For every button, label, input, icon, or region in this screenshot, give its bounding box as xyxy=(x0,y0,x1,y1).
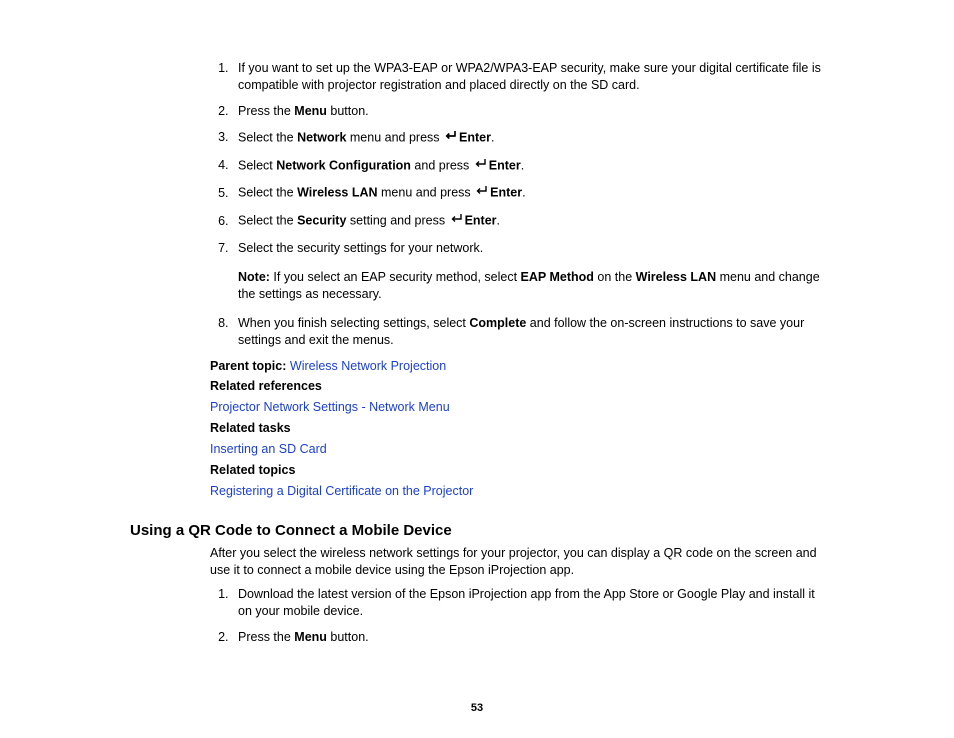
page-number: 53 xyxy=(0,702,954,714)
step-text: If you want to set up the WPA3-EAP or WP… xyxy=(238,61,821,92)
bold-text: Network xyxy=(297,130,346,144)
text: If you select an EAP security method, se… xyxy=(270,270,521,284)
bold-text: Complete xyxy=(469,316,526,330)
related-topics-label: Related topics xyxy=(210,462,824,479)
bold-text: EAP Method xyxy=(521,270,594,284)
section-2-content: After you select the wireless network se… xyxy=(210,545,824,646)
text: . xyxy=(497,214,500,228)
references-block: Parent topic: Wireless Network Projectio… xyxy=(210,358,824,500)
related-references-label: Related references xyxy=(210,378,824,395)
text: button. xyxy=(327,104,369,118)
text: and press xyxy=(411,158,473,172)
ordered-steps-2: Download the latest version of the Epson… xyxy=(210,586,824,646)
text: . xyxy=(521,158,524,172)
related-tasks-link[interactable]: Inserting an SD Card xyxy=(210,442,327,456)
related-tasks-label: Related tasks xyxy=(210,420,824,437)
parent-topic-link[interactable]: Wireless Network Projection xyxy=(290,359,446,373)
text: button. xyxy=(327,630,369,644)
text: Select the xyxy=(238,214,297,228)
section-2-intro: After you select the wireless network se… xyxy=(210,545,824,579)
bold-text: Enter xyxy=(459,130,491,144)
step-6: Select the Security setting and press En… xyxy=(232,212,824,231)
step-4: Select Network Configuration and press E… xyxy=(232,157,824,176)
bold-text: Menu xyxy=(294,630,327,644)
step-8: When you finish selecting settings, sele… xyxy=(232,315,824,349)
bold-text: Wireless LAN xyxy=(297,186,377,200)
text: Press the xyxy=(238,630,294,644)
text: on the xyxy=(594,270,636,284)
bold-text: Enter xyxy=(465,214,497,228)
text: Press the xyxy=(238,104,294,118)
enter-icon xyxy=(450,212,463,229)
text: When you finish selecting settings, sele… xyxy=(238,316,469,330)
text: menu and press xyxy=(346,130,443,144)
note-label: Note: xyxy=(238,270,270,284)
bold-text: Wireless LAN xyxy=(636,270,716,284)
enter-icon xyxy=(444,129,457,146)
step-1: If you want to set up the WPA3-EAP or WP… xyxy=(232,60,824,94)
text: Select the xyxy=(238,186,297,200)
document-page: If you want to set up the WPA3-EAP or WP… xyxy=(0,0,954,646)
bold-text: Enter xyxy=(490,186,522,200)
enter-icon xyxy=(475,184,488,201)
step-5: Select the Wireless LAN menu and press E… xyxy=(232,184,824,203)
text: menu and press xyxy=(378,186,475,200)
bold-text: Enter xyxy=(489,158,521,172)
section-heading-qr: Using a QR Code to Connect a Mobile Devi… xyxy=(130,522,824,539)
steps-block-1: If you want to set up the WPA3-EAP or WP… xyxy=(210,60,824,500)
text: Select the xyxy=(238,130,297,144)
step-7: Select the security settings for your ne… xyxy=(232,240,824,303)
enter-icon xyxy=(474,157,487,174)
s2-step-1: Download the latest version of the Epson… xyxy=(232,586,824,620)
related-references-link[interactable]: Projector Network Settings - Network Men… xyxy=(210,400,450,414)
related-topics-link[interactable]: Registering a Digital Certificate on the… xyxy=(210,484,473,498)
bold-text: Network Configuration xyxy=(276,158,411,172)
step-text: Download the latest version of the Epson… xyxy=(238,587,815,618)
note-block: Note: If you select an EAP security meth… xyxy=(238,269,824,303)
step-text: Select the security settings for your ne… xyxy=(238,241,483,255)
ordered-steps-1: If you want to set up the WPA3-EAP or WP… xyxy=(210,60,824,349)
text: . xyxy=(491,130,494,144)
step-3: Select the Network menu and press Enter. xyxy=(232,129,824,148)
step-2: Press the Menu button. xyxy=(232,103,824,120)
s2-step-2: Press the Menu button. xyxy=(232,629,824,646)
text: Select xyxy=(238,158,276,172)
bold-text: Menu xyxy=(294,104,327,118)
text: . xyxy=(522,186,525,200)
parent-topic-row: Parent topic: Wireless Network Projectio… xyxy=(210,358,824,375)
bold-text: Security xyxy=(297,214,346,228)
parent-topic-label: Parent topic: xyxy=(210,359,286,373)
text: setting and press xyxy=(346,214,448,228)
